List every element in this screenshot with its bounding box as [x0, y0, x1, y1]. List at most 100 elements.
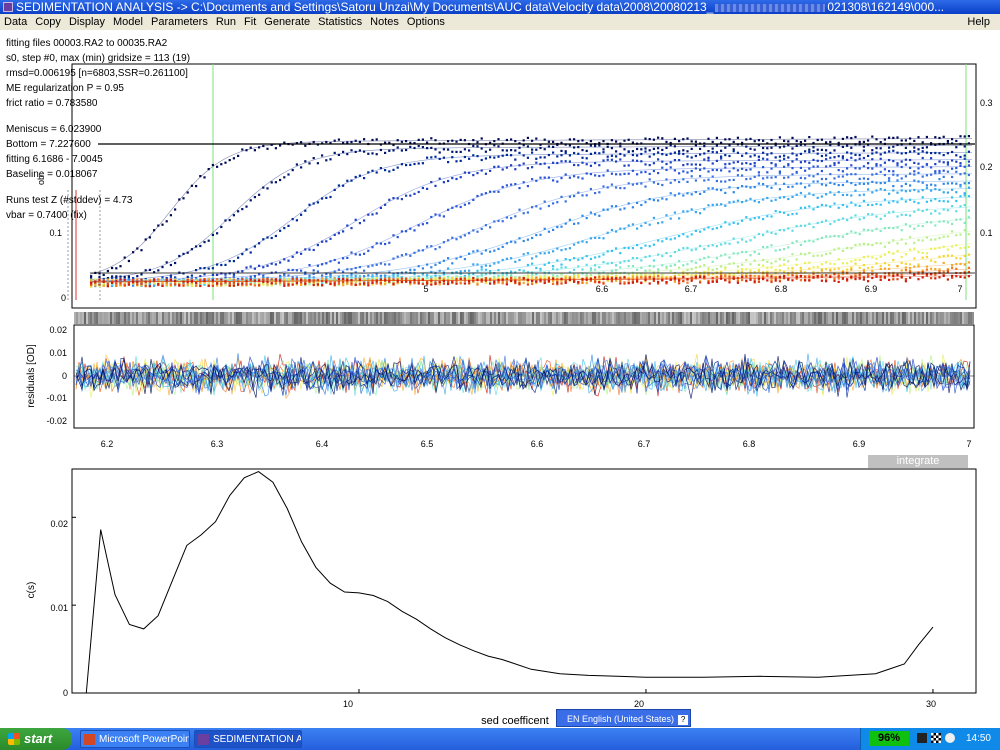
resid-x-tick-6-3: 6.3: [211, 439, 224, 449]
scan-point: [342, 284, 345, 287]
scan-point: [938, 212, 941, 215]
strip-cell: [432, 312, 434, 324]
scan-point: [909, 225, 912, 228]
scan-point: [405, 253, 408, 256]
power-plug-icon[interactable]: [917, 733, 927, 743]
scan-point: [291, 268, 294, 272]
scan-point: [577, 140, 580, 143]
scan-point: [434, 148, 437, 151]
scan-point: [896, 174, 899, 177]
menu-fit[interactable]: Fit: [240, 14, 260, 30]
raw-data-plot[interactable]: 5 6.6 6.7 6.8 6.9 7 0.1 0 ob 0.3 0.2 0.1…: [0, 30, 1000, 312]
scan-point: [917, 180, 920, 183]
scan-point: [883, 151, 886, 154]
strip-cell: [114, 312, 116, 324]
scan-point: [598, 152, 601, 155]
scan-point: [346, 275, 349, 278]
scan-point: [375, 277, 378, 280]
volume-icon[interactable]: [945, 733, 955, 743]
scan-point: [489, 156, 492, 159]
scan-point: [837, 275, 840, 278]
scan-point: [518, 282, 521, 285]
scan-point: [455, 150, 458, 153]
menu-options[interactable]: Options: [403, 14, 449, 30]
strip-cell: [226, 312, 228, 324]
scan-point: [921, 156, 924, 160]
language-help-icon[interactable]: ?: [678, 714, 689, 725]
menu-parameters[interactable]: Parameters: [147, 14, 212, 30]
menu-run[interactable]: Run: [212, 14, 240, 30]
scan-point: [816, 172, 819, 176]
scan-point: [917, 136, 920, 139]
strip-cell: [626, 312, 628, 324]
scan-point: [951, 167, 954, 170]
scan-point: [463, 269, 466, 272]
scan-point: [568, 138, 571, 141]
scan-point: [400, 140, 403, 143]
scan-point: [577, 164, 580, 167]
scan-point: [211, 284, 214, 287]
scan-point: [497, 190, 500, 193]
scan-point: [115, 267, 118, 270]
scan-point: [904, 253, 907, 256]
strip-cell: [128, 312, 130, 324]
scan-point: [774, 164, 777, 167]
menu-copy[interactable]: Copy: [31, 14, 65, 30]
strip-cell: [352, 312, 354, 324]
scan-point: [547, 280, 550, 283]
scan-point: [547, 204, 550, 208]
scan-point: [573, 275, 576, 278]
taskbar-item-sedimentation[interactable]: SEDIMENTATION AN...: [194, 730, 302, 748]
scan-point: [942, 220, 945, 223]
scan-point: [879, 157, 882, 160]
scan-point: [732, 277, 735, 280]
cs-distribution-plot[interactable]: 0.02 0.01 0 c(s) 10 20 30 sed coefficent: [0, 468, 1000, 728]
scan-point: [804, 240, 807, 243]
strip-cell: [162, 312, 164, 324]
scan-point: [354, 253, 357, 256]
strip-cell: [302, 312, 304, 324]
start-button[interactable]: start: [0, 728, 72, 750]
menu-notes[interactable]: Notes: [366, 14, 403, 30]
info-line-bottom: Bottom = 7.227600: [6, 139, 91, 150]
scan-point: [552, 277, 555, 280]
integrate-button[interactable]: integrate: [868, 455, 968, 468]
scan-point: [237, 210, 240, 213]
taskbar-item-powerpoint[interactable]: Microsoft PowerPoint...: [80, 730, 190, 748]
scan-point: [808, 167, 811, 170]
menu-display[interactable]: Display: [65, 14, 109, 30]
scan-point: [833, 149, 836, 152]
scan-point: [715, 168, 718, 172]
scan-point: [568, 259, 571, 262]
scan-point: [816, 238, 819, 241]
scan-point: [694, 163, 697, 166]
scan-point: [879, 147, 882, 150]
scan-point: [371, 138, 374, 142]
scan-point: [707, 170, 710, 173]
scan-point: [854, 231, 857, 234]
scan-point: [367, 284, 370, 287]
scan-point: [875, 147, 878, 150]
menu-help[interactable]: Help: [963, 14, 994, 30]
scan-point: [497, 281, 500, 284]
strip-cell: [772, 312, 774, 324]
menu-model[interactable]: Model: [109, 14, 147, 30]
scan-point: [220, 278, 223, 281]
battery-indicator[interactable]: 96%: [869, 731, 909, 746]
menu-generate[interactable]: Generate: [260, 14, 314, 30]
scan-point: [333, 233, 336, 236]
resid-x-tick-6-7: 6.7: [638, 439, 651, 449]
residuals-plot[interactable]: 0.02 0.01 0 -0.01 -0.02 residuals [OD] 6…: [0, 312, 1000, 462]
network-icon[interactable]: [931, 733, 941, 743]
scan-point: [854, 243, 857, 247]
scan-point: [510, 164, 513, 167]
language-bar[interactable]: EN English (United States)?: [556, 709, 691, 727]
scan-point: [909, 166, 912, 169]
window-title-bar[interactable]: SEDIMENTATION ANALYSIS -> C:\Documents a…: [0, 0, 1000, 14]
scan-point: [673, 237, 676, 240]
scan-point: [942, 175, 945, 178]
menu-data[interactable]: Data: [0, 14, 31, 30]
scan-point: [967, 253, 970, 256]
scan-point: [959, 185, 962, 188]
menu-statistics[interactable]: Statistics: [314, 14, 366, 30]
